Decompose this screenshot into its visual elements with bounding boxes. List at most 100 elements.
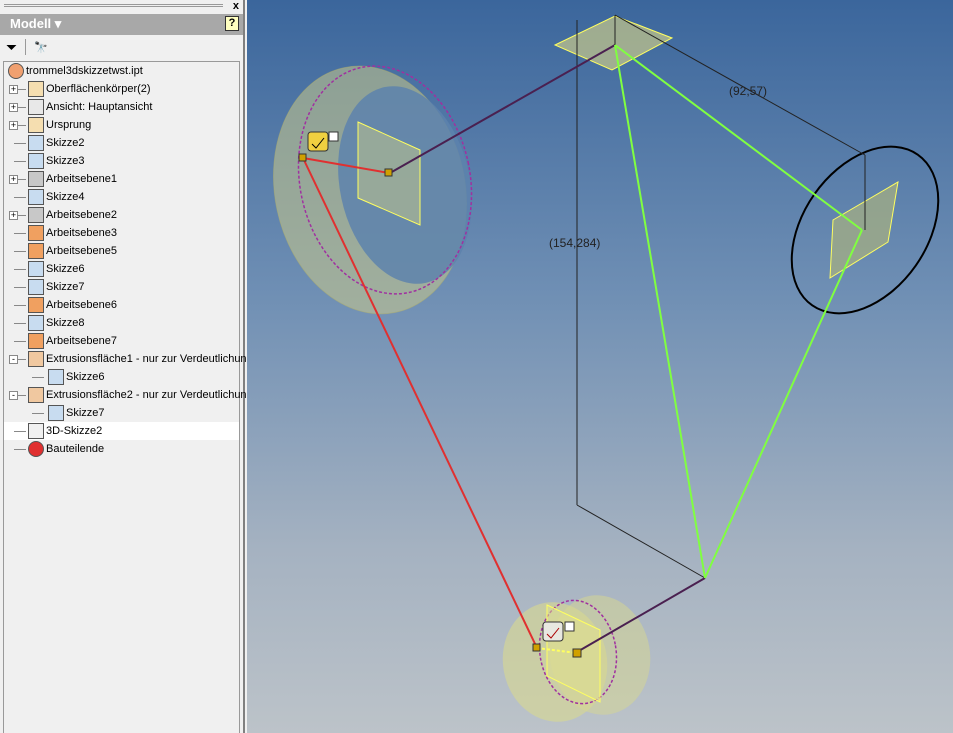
shared-sketch-icon: [48, 405, 64, 421]
3d-sketch-icon: [28, 423, 44, 439]
part-icon: [8, 63, 24, 79]
tree-item-label: Extrusionsfläche1 - nur zur Verdeutlichu…: [46, 353, 253, 365]
workplane-icon: [28, 333, 44, 349]
workplane-icon: [28, 225, 44, 241]
chevron-down-icon[interactable]: ▾: [55, 16, 62, 31]
tree-item[interactable]: Arbeitsebene5: [4, 242, 239, 260]
tree-item[interactable]: - Extrusionsfläche2 - nur zur Verdeutlich…: [4, 386, 253, 404]
tree-item[interactable]: Skizze4: [4, 188, 239, 206]
tree-item-label: Skizze6: [46, 263, 85, 275]
tree-item-label: Skizze6: [66, 371, 105, 383]
sketch-icon: [28, 315, 44, 331]
tree-item-label: Bauteilende: [46, 443, 105, 455]
tree-connector: [14, 143, 26, 144]
tree-connector: [14, 197, 26, 198]
tree-item[interactable]: Skizze7: [4, 278, 239, 296]
panel-titlebar[interactable]: x: [0, 0, 243, 14]
sketch-icon: [28, 153, 44, 169]
model-graphics: [273, 14, 940, 722]
browser-title[interactable]: Modell: [10, 16, 51, 31]
tree-item-label: Ansicht: Hauptansicht: [46, 101, 153, 113]
tree-connector: [14, 269, 26, 270]
tree-connector: [14, 323, 26, 324]
close-icon[interactable]: x: [233, 0, 239, 12]
help-icon[interactable]: ?: [225, 16, 239, 31]
expand-icon[interactable]: +: [9, 174, 18, 184]
filter-icon[interactable]: ⏷: [6, 39, 17, 56]
tree-item-label: 3D-Skizze2: [46, 425, 103, 437]
collapse-icon[interactable]: -: [9, 354, 18, 364]
dimension-154-284[interactable]: (154,284): [549, 236, 600, 250]
browser-toolbar: ⏷ 🔭: [0, 35, 243, 59]
tree-item-label: Arbeitsebene6: [46, 299, 117, 311]
tree-item[interactable]: Skizze3: [4, 152, 239, 170]
workplane-icon: [28, 297, 44, 313]
tree-connector: [14, 287, 26, 288]
tree-connector: [14, 161, 26, 162]
shared-sketch-icon: [28, 279, 44, 295]
tree-item-label: Arbeitsebene7: [46, 335, 117, 347]
tree-connector: [32, 413, 44, 414]
tree-item-label: Arbeitsebene2: [46, 209, 117, 221]
3d-viewport[interactable]: (92,57) (154,284): [247, 0, 953, 733]
tree-item[interactable]: Arbeitsebene7: [4, 332, 239, 350]
model-browser-panel: x Modell ▾? ⏷ 🔭 trommel3dskizzetwst.ipt + O…: [0, 0, 253, 733]
workplane-icon: [28, 243, 44, 259]
collapse-icon[interactable]: -: [9, 390, 18, 400]
shared-sketch-icon: [28, 261, 44, 277]
tree-item-label: Arbeitsebene5: [46, 245, 117, 257]
expand-icon[interactable]: +: [9, 120, 18, 130]
dimension-lines: [576, 14, 866, 579]
tree-item[interactable]: + Ansicht: Hauptansicht: [4, 98, 239, 116]
tree-item[interactable]: trommel3dskizzetwst.ipt: [4, 62, 239, 80]
tree-item[interactable]: Skizze6: [4, 368, 239, 386]
tree-item-label: Extrusionsfläche2 - nur zur Verdeutlichu…: [46, 389, 253, 401]
tree-item-label: Skizze7: [46, 281, 85, 293]
sketch-icon: [28, 135, 44, 151]
drag-grip[interactable]: [4, 4, 223, 7]
tree-item[interactable]: + Ursprung: [4, 116, 239, 134]
folder-icon: [28, 117, 44, 133]
expand-icon[interactable]: +: [9, 102, 18, 112]
tree-item-label: Arbeitsebene1: [46, 173, 117, 185]
tree-item-label: Skizze7: [66, 407, 105, 419]
tree-connector: [14, 305, 26, 306]
tree-item-label: Ursprung: [46, 119, 92, 131]
end-of-part-icon: [28, 441, 44, 457]
expand-icon[interactable]: +: [9, 210, 18, 220]
tree-item[interactable]: Bauteilende: [4, 440, 239, 458]
tree-item-label: Skizze4: [46, 191, 85, 203]
expand-icon[interactable]: +: [9, 84, 18, 94]
tree-item[interactable]: Skizze7: [4, 404, 239, 422]
model-tree: trommel3dskizzetwst.ipt + Oberflächenkörpe…: [3, 61, 253, 733]
tree-item[interactable]: + Oberflächenkörper(2): [4, 80, 239, 98]
sketch-plane-top: [553, 15, 674, 71]
tree-item[interactable]: + Arbeitsebene2: [4, 206, 239, 224]
workplane-gray-icon: [28, 207, 44, 223]
divider: [25, 39, 27, 55]
tree-connector: [14, 431, 26, 432]
tree-item[interactable]: Skizze2: [4, 134, 239, 152]
tree-item[interactable]: Skizze8: [4, 314, 239, 332]
tree-item-label: Skizze3: [46, 155, 85, 167]
tree-item[interactable]: Arbeitsebene6: [4, 296, 239, 314]
tree-item[interactable]: Arbeitsebene3: [4, 224, 239, 242]
tree-connector: [14, 233, 26, 234]
tree-item[interactable]: - Extrusionsfläche1 - nur zur Verdeutlich…: [4, 350, 253, 368]
shared-sketch-icon: [48, 369, 64, 385]
browser-header[interactable]: Modell ▾?: [0, 14, 243, 35]
dimension-92-57[interactable]: (92,57): [729, 84, 767, 98]
tree-connector: [14, 251, 26, 252]
binoculars-icon[interactable]: 🔭: [34, 41, 48, 54]
tree-connector: [14, 341, 26, 342]
tree-connector: [32, 377, 44, 378]
tree-item[interactable]: 3D-Skizze2: [4, 422, 239, 440]
tree-item[interactable]: + Arbeitsebene1: [4, 170, 239, 188]
workplane-gray-icon: [28, 171, 44, 187]
tree-item-label: Skizze8: [46, 317, 85, 329]
tree-item-label: trommel3dskizzetwst.ipt: [26, 65, 143, 77]
view-icon: [28, 99, 44, 115]
extrusion-icon: [28, 387, 44, 403]
tree-item[interactable]: Skizze6: [4, 260, 239, 278]
surface-folder-icon: [28, 81, 44, 97]
